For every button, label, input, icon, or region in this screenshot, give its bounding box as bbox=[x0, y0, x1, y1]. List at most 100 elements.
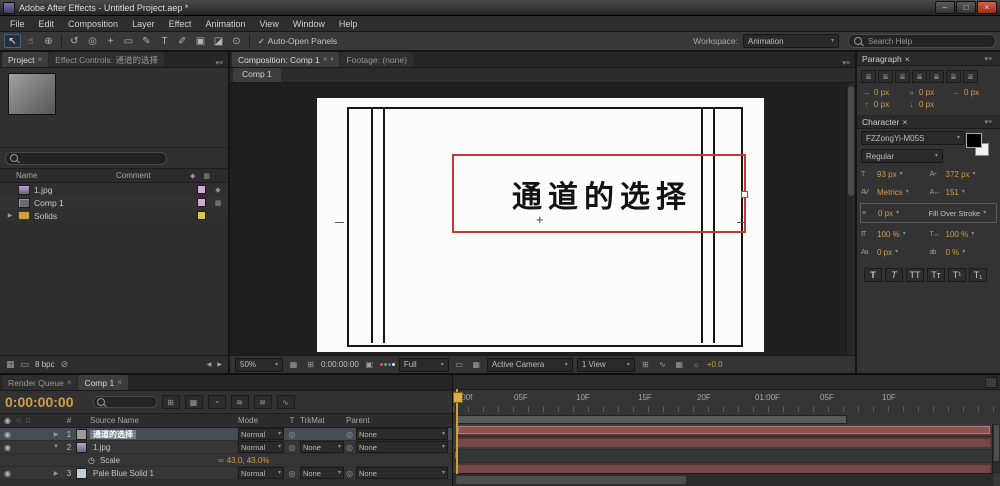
layer-name[interactable]: 通道的选择 bbox=[90, 429, 136, 439]
menu-animation[interactable]: Animation bbox=[198, 19, 252, 29]
column-source-name[interactable]: Source Name bbox=[88, 416, 238, 425]
stroke-width-field[interactable]: ≡ 0 px ▾ bbox=[862, 209, 929, 218]
tab-project[interactable]: Project × bbox=[2, 52, 49, 67]
horizontal-scale-field[interactable]: T↔ 100 % ▾ bbox=[930, 230, 997, 239]
tracking-field[interactable]: A↔ 151 ▾ bbox=[930, 188, 997, 197]
hand-tool-button[interactable]: ☝ bbox=[22, 34, 39, 48]
timeline-search-field[interactable] bbox=[92, 396, 157, 408]
character-panel-header[interactable]: Character × ▾≡ bbox=[857, 115, 1000, 129]
space-before-field[interactable]: ↑ 0 px bbox=[862, 100, 905, 109]
font-family-dropdown[interactable]: FZZongYi-M05S ▾ bbox=[861, 131, 965, 145]
column-t[interactable]: T bbox=[284, 416, 300, 425]
justify-last-right-button[interactable]: ≣ bbox=[946, 70, 961, 83]
parent-dropdown[interactable]: None ▾ bbox=[355, 467, 448, 479]
layer-duration-bar[interactable] bbox=[457, 438, 991, 448]
canvas-text[interactable]: 通道的选择 bbox=[506, 172, 692, 216]
mode-dropdown[interactable]: Normal ▾ bbox=[238, 428, 284, 440]
timeline-horizontal-scrollbar[interactable] bbox=[453, 473, 993, 486]
motion-blur-icon[interactable]: ≋ bbox=[253, 395, 272, 409]
chevron-down-icon[interactable]: ▾ bbox=[330, 57, 333, 63]
hide-shy-icon[interactable]: ◔ bbox=[207, 395, 226, 409]
close-icon[interactable]: × bbox=[37, 55, 42, 64]
parent-dropdown[interactable]: None ▾ bbox=[355, 428, 448, 440]
close-icon[interactable]: × bbox=[902, 117, 907, 127]
column-name[interactable]: Name bbox=[0, 171, 116, 180]
eye-icon[interactable]: ◉ bbox=[4, 443, 11, 452]
expander-icon[interactable]: ▼ bbox=[50, 444, 62, 450]
expander-icon[interactable]: ▶ bbox=[50, 470, 62, 477]
close-button[interactable]: × bbox=[977, 1, 997, 14]
eye-icon[interactable]: ◉ bbox=[4, 430, 11, 439]
column-comment[interactable]: Comment bbox=[116, 171, 190, 180]
scroll-right-icon[interactable]: ▶ bbox=[217, 361, 222, 368]
subscript-button[interactable]: T₁ bbox=[969, 268, 987, 282]
puppet-tool-button[interactable]: ⊙ bbox=[228, 34, 245, 48]
align-center-button[interactable]: ≣ bbox=[878, 70, 893, 83]
project-search-field[interactable] bbox=[5, 151, 167, 165]
composition-viewport[interactable]: 通道的选择 + bbox=[230, 83, 855, 355]
property-track-row[interactable]: I bbox=[453, 450, 1000, 463]
justify-last-left-button[interactable]: ≣ bbox=[912, 70, 927, 83]
tsume-field[interactable]: ab 0 % ▾ bbox=[930, 248, 997, 257]
frame-blend-icon[interactable]: ≋ bbox=[230, 395, 249, 409]
composition-canvas[interactable]: 通道的选择 + bbox=[317, 98, 764, 352]
scrollbar-thumb[interactable] bbox=[994, 425, 999, 461]
selection-tool-button[interactable]: ↖ bbox=[4, 34, 21, 48]
eraser-tool-button[interactable]: ◪ bbox=[210, 34, 227, 48]
property-row-scale[interactable]: ◷ Scale ∞ 43.0, 43.0% bbox=[0, 454, 452, 467]
timeline-button-icon[interactable]: ▦ bbox=[673, 360, 686, 369]
tab-render-queue[interactable]: Render Queue × bbox=[2, 375, 78, 390]
transparency-grid-icon[interactable]: ▦ bbox=[470, 360, 483, 369]
small-caps-button[interactable]: Tᴛ bbox=[927, 268, 945, 282]
column-number[interactable]: # bbox=[62, 416, 76, 425]
footer-timecode[interactable]: 0:00:00:00 bbox=[321, 360, 359, 369]
work-area-bar[interactable] bbox=[457, 415, 847, 424]
snapshot-camera-icon[interactable]: ▣ bbox=[363, 360, 376, 369]
fast-preview-icon[interactable]: ∿ bbox=[656, 360, 669, 369]
rotation-tool-button[interactable]: ↺ bbox=[66, 34, 83, 48]
menu-edit[interactable]: Edit bbox=[32, 19, 62, 29]
zoom-tool-button[interactable]: ⊕ bbox=[40, 34, 57, 48]
draft-3d-icon[interactable]: ▦ bbox=[184, 395, 203, 409]
space-after-field[interactable]: ↓ 0 px bbox=[907, 100, 950, 109]
trkmat-dropdown[interactable]: None ▾ bbox=[300, 467, 344, 479]
paragraph-panel-header[interactable]: Paragraph × ▾≡ bbox=[857, 52, 1000, 66]
type-tool-button[interactable]: T bbox=[156, 34, 173, 48]
superscript-button[interactable]: T¹ bbox=[948, 268, 966, 282]
expander-icon[interactable]: ▶ bbox=[50, 431, 62, 438]
bit-depth-label[interactable]: 8 bpc bbox=[35, 360, 55, 369]
current-time-indicator-handle[interactable] bbox=[453, 392, 463, 403]
pan-behind-tool-button[interactable]: + bbox=[102, 34, 119, 48]
kerning-field[interactable]: AV Metrics ▾ bbox=[861, 188, 928, 197]
scrollbar-thumb[interactable] bbox=[848, 86, 854, 196]
mask-tool-button[interactable]: ▭ bbox=[120, 34, 137, 48]
column-parent[interactable]: Parent bbox=[344, 416, 452, 425]
project-item-comp1[interactable]: Comp 1 ▦ bbox=[0, 196, 228, 209]
workspace-dropdown[interactable]: Animation ▾ bbox=[743, 34, 839, 48]
faux-bold-button[interactable]: T bbox=[864, 268, 882, 282]
font-style-dropdown[interactable]: Regular ▾ bbox=[861, 149, 943, 163]
faux-italic-button[interactable]: T bbox=[885, 268, 903, 282]
stopwatch-icon[interactable]: ◷ bbox=[88, 456, 95, 465]
current-time-display[interactable]: 0:00:00:00 bbox=[5, 394, 74, 410]
layer-name[interactable]: Pale Blue Solid 1 bbox=[90, 469, 157, 478]
project-item-1jpg[interactable]: 1.jpg ◆ bbox=[0, 183, 228, 196]
time-ruler[interactable]: :00f 05F 10F 15F 20F 01:00F 05F 10F bbox=[453, 390, 1000, 426]
align-left-button[interactable]: ≣ bbox=[861, 70, 876, 83]
video-column-icon[interactable]: ◉ bbox=[4, 416, 11, 425]
panel-menu-icon[interactable]: ▾≡ bbox=[981, 118, 995, 126]
tab-footage[interactable]: Footage: (none) bbox=[340, 52, 413, 67]
menu-view[interactable]: View bbox=[252, 19, 285, 29]
anchor-point-icon[interactable]: + bbox=[536, 212, 544, 227]
layer-duration-bar[interactable] bbox=[457, 425, 991, 435]
expander-icon[interactable]: ▶ bbox=[6, 212, 14, 219]
eye-icon[interactable]: ◉ bbox=[4, 469, 11, 478]
label-color[interactable] bbox=[197, 198, 206, 207]
all-caps-button[interactable]: TT bbox=[906, 268, 924, 282]
layer-row-1[interactable]: ◉ ▶ 1 通道的选择 Normal ▾ ◎ ◎ None ▾ bbox=[0, 428, 452, 441]
pickwhip-icon[interactable]: ◎ bbox=[346, 469, 353, 478]
maximize-button[interactable]: □ bbox=[956, 1, 976, 14]
bounding-box-handle[interactable] bbox=[741, 190, 748, 198]
first-line-indent-field[interactable]: » 0 px bbox=[907, 88, 950, 97]
menu-help[interactable]: Help bbox=[332, 19, 365, 29]
